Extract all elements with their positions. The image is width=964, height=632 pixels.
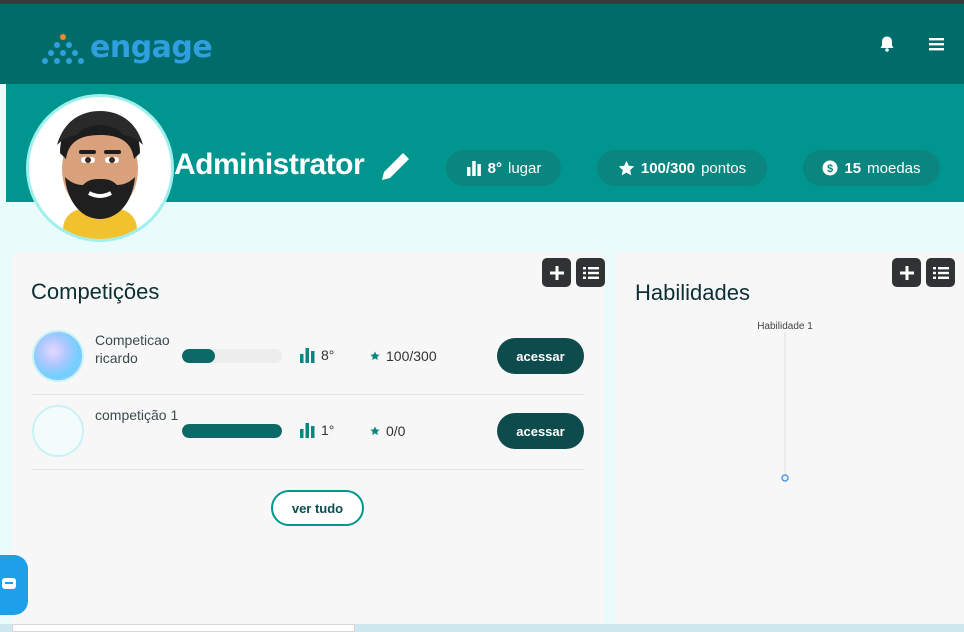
star-icon <box>370 426 380 436</box>
chat-button[interactable] <box>0 555 28 615</box>
rank-label: lugar <box>507 159 542 177</box>
points-label: pontos <box>701 159 747 177</box>
bar-chart-icon <box>300 423 315 438</box>
bar-chart-icon <box>466 161 481 176</box>
radar-axis-label: Habilidade 1 <box>757 321 813 332</box>
points-badge: 100/300 pontos <box>597 150 767 186</box>
competitions-card: Competições Competicao ricardo 8° 100/30… <box>12 252 605 632</box>
bar-chart-icon <box>300 348 315 363</box>
competition-progress-fill <box>182 424 282 438</box>
points-value: 100/300 <box>640 159 696 177</box>
chat-icon <box>2 578 16 589</box>
coin-icon: $ <box>822 160 838 176</box>
access-button[interactable]: acessar <box>497 338 584 374</box>
competition-progress-bar <box>182 424 282 438</box>
competition-progress-bar <box>182 349 282 363</box>
competition-name: Competicao ricardo <box>95 332 170 366</box>
bell-icon[interactable] <box>878 35 896 53</box>
list-item: Competicao ricardo 8° 100/300 acessar <box>32 320 584 395</box>
competition-points: 100/300 <box>370 348 437 364</box>
logo-text: engage <box>90 30 213 65</box>
hamburger-menu-icon[interactable] <box>928 35 946 53</box>
competition-points: 0/0 <box>370 423 405 439</box>
skills-card: Habilidades Habilidade 1 <box>615 252 964 632</box>
skills-title: Habilidades <box>635 280 750 305</box>
competition-progress-fill <box>182 349 215 363</box>
logo[interactable]: engage <box>40 30 213 65</box>
app-header: engage <box>0 4 964 84</box>
competition-thumbnail[interactable] <box>32 330 84 382</box>
plus-icon[interactable] <box>892 258 921 287</box>
plus-icon[interactable] <box>542 258 571 287</box>
avatar[interactable] <box>26 94 174 242</box>
list-item: competição 1 1° 0/0 acessar <box>32 395 584 470</box>
competition-rank-value: 8° <box>321 347 335 363</box>
coins-label: moedas <box>867 159 921 177</box>
see-all-button[interactable]: ver tudo <box>271 490 364 526</box>
svg-text:$: $ <box>827 163 833 175</box>
competition-points-value: 100/300 <box>386 348 437 364</box>
rank-badge: 8° lugar <box>446 150 561 186</box>
competition-points-value: 0/0 <box>386 423 406 439</box>
list-icon[interactable] <box>926 258 955 287</box>
profile-name: Administrator <box>174 148 365 181</box>
star-icon <box>370 351 380 361</box>
competition-rank: 1° <box>300 422 334 438</box>
dots-triangle-logo-icon <box>40 32 86 64</box>
coins-value: 15 <box>844 159 862 177</box>
list-icon[interactable] <box>576 258 605 287</box>
star-icon <box>618 160 635 175</box>
access-button[interactable]: acessar <box>497 413 584 449</box>
competition-rank: 8° <box>300 347 334 363</box>
competitions-title: Competições <box>31 279 160 304</box>
bottom-card-edge <box>12 624 355 632</box>
pencil-icon[interactable] <box>378 150 412 184</box>
competition-name: competição 1 <box>95 407 179 423</box>
coins-badge: $ 15 moedas <box>803 150 940 186</box>
rank-value: 8° <box>487 159 502 177</box>
competition-rank-value: 1° <box>321 422 335 438</box>
radar-data-point <box>781 474 789 482</box>
skills-radar-chart: Habilidade 1 <box>757 321 813 482</box>
competition-thumbnail[interactable] <box>32 405 84 457</box>
